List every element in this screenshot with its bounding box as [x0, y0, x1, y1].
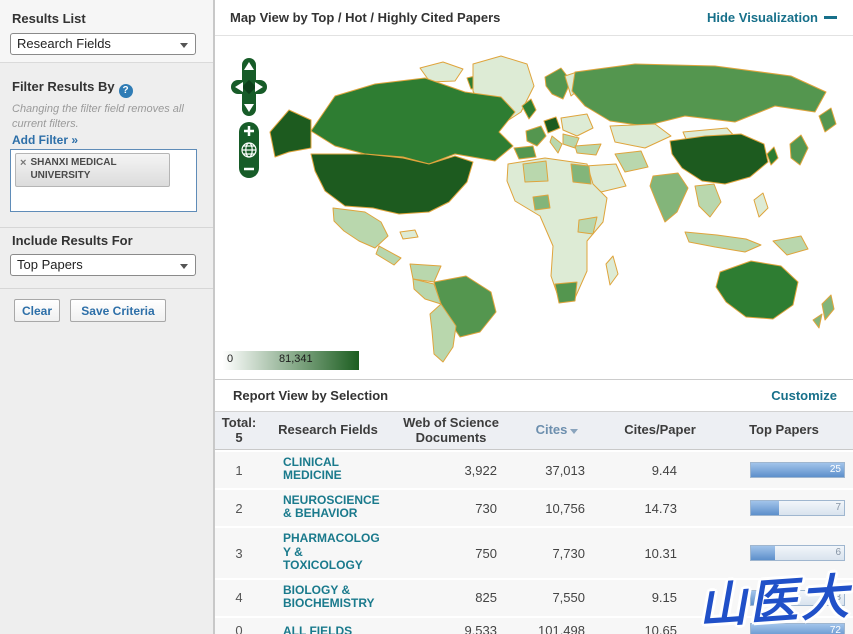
table-header-row: Total: 5 Research Fields Web of Science … [215, 411, 853, 450]
collapse-minus-icon [824, 16, 837, 19]
customize-link[interactable]: Customize [771, 388, 837, 403]
wos-documents-value: 3,922 [464, 462, 497, 478]
top-papers-value: 25 [829, 464, 841, 476]
cites-per-paper-value: 9.15 [651, 590, 677, 606]
pan-control[interactable] [231, 58, 267, 116]
save-criteria-button[interactable]: Save Criteria [70, 299, 166, 322]
hide-visualization-link[interactable]: Hide Visualization [707, 10, 837, 25]
research-field-link[interactable]: BIOLOGY & BIOCHEMISTRY [283, 583, 381, 610]
wos-documents-value: 825 [475, 590, 497, 606]
cites-value: 37,013 [545, 462, 585, 478]
cites-value: 101,498 [538, 623, 585, 634]
wos-documents-value: 730 [475, 500, 497, 516]
top-papers-bar: 7 [750, 500, 845, 517]
top-papers-bar: 3 [750, 589, 845, 606]
results-list-selected-value: Research Fields [17, 36, 111, 51]
filter-chip: × SHANXI MEDICAL UNIVERSITY [15, 153, 170, 187]
results-list-select[interactable]: Research Fields [10, 33, 196, 55]
country-japan [789, 134, 809, 166]
filter-results-heading: Filter Results By? [12, 79, 133, 98]
report-view-title: Report View by Selection [233, 388, 389, 403]
table-row: 0 ALL FIELDS 9,533 101,498 10.65 72 [215, 617, 853, 634]
wos-documents-value: 9,533 [464, 623, 497, 634]
sidebar-divider [0, 227, 213, 228]
row-rank: 0 [235, 623, 243, 634]
column-header-cites-sorted[interactable]: Cites [509, 422, 605, 438]
top-papers-bar: 72 [750, 622, 845, 634]
row-rank: 4 [235, 590, 243, 606]
legend-max-value: 81,341 [279, 353, 313, 365]
row-rank: 2 [235, 500, 243, 516]
column-header-top-papers[interactable]: Top Papers [715, 422, 853, 438]
clear-button[interactable]: Clear [14, 299, 60, 322]
main-panel: Map View by Top / Hot / Highly Cited Pap… [215, 0, 853, 634]
map-navigation-controls [231, 58, 267, 178]
include-results-selected-value: Top Papers [17, 257, 83, 272]
column-header-research-fields[interactable]: Research Fields [263, 422, 393, 438]
help-icon[interactable]: ? [118, 84, 133, 98]
column-header-cites-per-paper[interactable]: Cites/Paper [605, 422, 715, 438]
total-count: 5 [235, 429, 243, 445]
report-header: Report View by Selection Customize [215, 380, 853, 411]
legend-min-value: 0 [227, 353, 234, 365]
research-field-link[interactable]: ALL FIELDS [283, 624, 381, 634]
filter-note: Changing the filter field removes all cu… [12, 103, 184, 130]
sidebar-divider [0, 288, 213, 289]
cites-per-paper-value: 10.65 [644, 623, 677, 634]
filter-chip-label: SHANXI MEDICAL UNIVERSITY [30, 157, 117, 181]
top-papers-value: 72 [829, 624, 841, 634]
include-results-select[interactable]: Top Papers [10, 254, 196, 276]
table-row: 4 BIOLOGY & BIOCHEMISTRY 825 7,550 9.15 … [215, 579, 853, 616]
research-field-link[interactable]: CLINICAL MEDICINE [283, 455, 381, 482]
table-row: 1 CLINICAL MEDICINE 3,922 37,013 9.44 25 [215, 452, 853, 489]
map-view-title: Map View by Top / Hot / Highly Cited Pap… [230, 10, 501, 25]
country-south-africa [554, 281, 578, 304]
column-header-wos-documents[interactable]: Web of Science Documents [393, 415, 509, 446]
choropleth-world-map [269, 55, 837, 363]
research-field-link[interactable]: NEUROSCIENCE & BEHAVIOR [283, 493, 381, 520]
wos-documents-value: 750 [475, 545, 497, 561]
cites-per-paper-value: 10.31 [644, 545, 677, 561]
chevron-down-icon [180, 43, 188, 48]
cites-value: 7,550 [552, 590, 585, 606]
country-india [649, 172, 689, 223]
sort-desc-icon [570, 429, 579, 435]
top-papers-bar-fill [751, 546, 776, 561]
cites-per-paper-value: 9.44 [651, 462, 677, 478]
column-header-total: Total: 5 [215, 415, 263, 446]
top-papers-bar: 6 [750, 545, 845, 562]
top-papers-bar-fill [751, 501, 779, 516]
table-row: 3 PHARMACOLOGY & TOXICOLOGY 750 7,730 10… [215, 528, 853, 578]
country-australia [715, 260, 799, 320]
add-filter-link[interactable]: Add Filter » [12, 133, 78, 147]
country-usa [310, 153, 474, 215]
filter-sidebar: Results List Research Fields Filter Resu… [0, 0, 215, 634]
row-rank: 3 [235, 545, 243, 561]
map-color-legend: 0 81,341 [223, 351, 359, 370]
top-papers-value: 6 [835, 547, 841, 559]
map-header: Map View by Top / Hot / Highly Cited Pap… [215, 0, 853, 36]
research-field-link[interactable]: PHARMACOLOGY & TOXICOLOGY [283, 532, 381, 572]
remove-filter-icon[interactable]: × [20, 157, 26, 182]
include-results-label: Include Results For [12, 233, 133, 248]
cites-value: 10,756 [545, 500, 585, 516]
results-list-label: Results List [12, 11, 86, 26]
country-russia [571, 63, 827, 127]
country-china [669, 133, 769, 185]
report-rows: 1 CLINICAL MEDICINE 3,922 37,013 9.44 25… [215, 452, 853, 634]
top-papers-bar-fill [751, 590, 765, 605]
top-papers-value: 3 [835, 591, 841, 603]
chevron-down-icon [180, 264, 188, 269]
table-row: 2 NEUROSCIENCE & BEHAVIOR 730 10,756 14.… [215, 490, 853, 527]
active-filters-box: × SHANXI MEDICAL UNIVERSITY [10, 149, 197, 212]
country-germany [543, 116, 561, 134]
top-papers-value: 7 [835, 502, 841, 514]
row-rank: 1 [235, 462, 243, 478]
zoom-control[interactable] [239, 122, 259, 178]
cites-per-paper-value: 14.73 [644, 500, 677, 516]
top-papers-bar: 25 [750, 462, 845, 479]
country-egypt [570, 163, 592, 185]
world-map-visualization[interactable]: 0 81,341 [215, 36, 853, 380]
cites-value: 7,730 [552, 545, 585, 561]
